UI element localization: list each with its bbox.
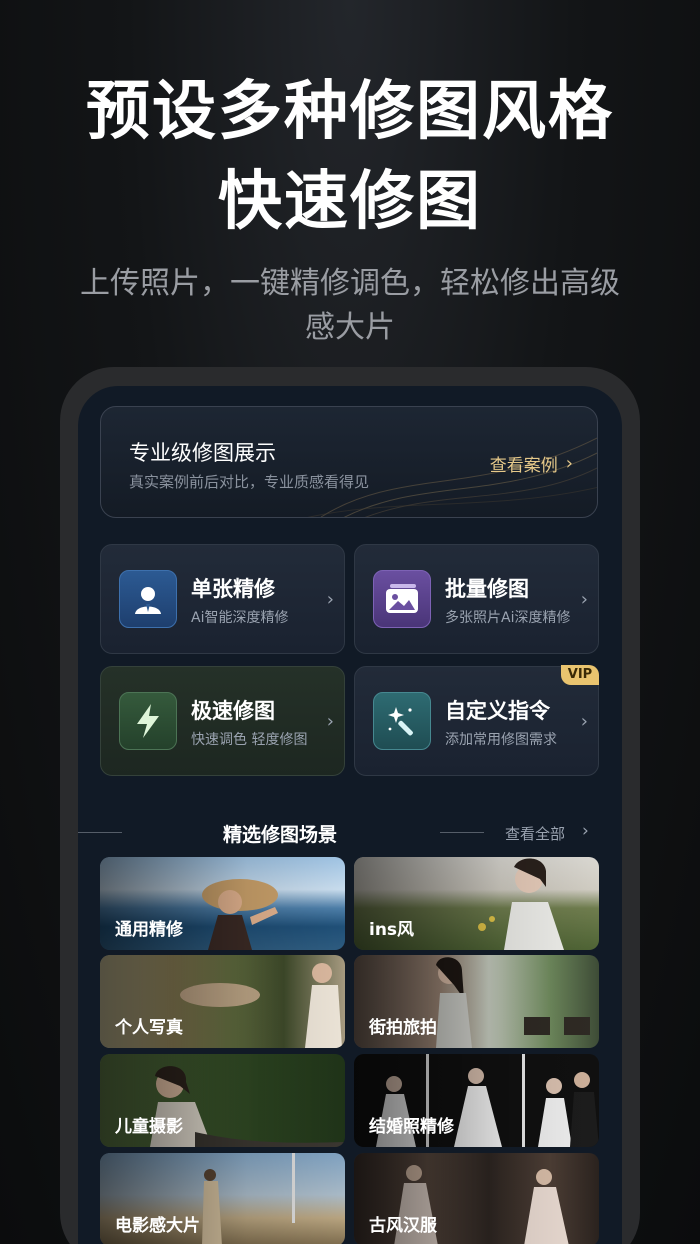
hero-subtitle: 上传照片，一键精修调色，轻松修出高级感大片 xyxy=(80,266,620,345)
phone-screen: 专业级修图展示 真实案例前后对比，专业质感看得见 查看案例 › 单张精修 Ai智… xyxy=(78,386,622,1244)
card-batch-retouch[interactable]: 批量修图 多张照片Ai深度精修 › xyxy=(354,544,599,654)
hero-title-line2: 快速修图 xyxy=(218,165,482,239)
view-cases-link[interactable]: 查看案例 › xyxy=(490,451,573,476)
card-fast-retouch[interactable]: 极速修图 快速调色 轻度修图 › xyxy=(100,666,345,776)
hero-title-line1: 预设多种修图风格 xyxy=(86,75,614,149)
card-custom-command[interactable]: 自定义指令 添加常用修图需求 › VIP xyxy=(354,665,599,776)
scene-label: 电影感大片 xyxy=(115,1216,200,1236)
view-cases-label: 查看案例 xyxy=(489,456,558,476)
chevron-right-icon: › xyxy=(565,453,573,474)
scene-tile-cinematic[interactable]: 电影感大片 xyxy=(100,1153,345,1244)
card-desc: 添加常用修图需求 xyxy=(445,732,557,748)
section-title: 精选修图场景 xyxy=(222,824,337,846)
chevron-right-icon: › xyxy=(326,711,334,732)
card-title: 批量修图 xyxy=(445,577,529,601)
scene-tile-general[interactable]: 通用精修 xyxy=(100,857,345,950)
card-desc: Ai智能深度精修 xyxy=(191,610,289,626)
card-desc: 多张照片Ai深度精修 xyxy=(445,610,571,626)
scene-tile-street[interactable]: 街拍旅拍 xyxy=(354,955,599,1048)
chevron-right-icon: › xyxy=(580,589,588,610)
scene-tile-kids[interactable]: 儿童摄影 xyxy=(100,1054,345,1147)
scene-label: ins风 xyxy=(369,920,415,940)
scene-tile-wedding[interactable]: 结婚照精修 xyxy=(354,1054,599,1147)
scene-tile-ins[interactable]: ins风 xyxy=(354,857,599,950)
scene-label: 古风汉服 xyxy=(369,1216,437,1236)
scene-label: 街拍旅拍 xyxy=(369,1018,437,1038)
card-single-retouch[interactable]: 单张精修 Ai智能深度精修 › xyxy=(100,544,345,654)
magic-wand-icon xyxy=(373,692,431,750)
chevron-right-icon[interactable]: › xyxy=(582,821,589,841)
card-title: 极速修图 xyxy=(191,699,275,723)
scene-label: 儿童摄影 xyxy=(115,1117,183,1137)
card-title: 自定义指令 xyxy=(445,699,550,723)
featured-scenes-header: 精选修图场景 查看全部 › xyxy=(78,816,622,852)
showcase-banner[interactable]: 专业级修图展示 真实案例前后对比，专业质感看得见 查看案例 › xyxy=(100,406,598,518)
banner-title: 专业级修图展示 xyxy=(129,441,276,465)
divider xyxy=(440,832,484,833)
gallery-icon xyxy=(373,570,431,628)
chevron-right-icon: › xyxy=(580,711,588,732)
card-desc: 快速调色 轻度修图 xyxy=(191,732,308,748)
card-title: 单张精修 xyxy=(191,577,275,601)
scene-tile-portrait[interactable]: 个人写真 xyxy=(100,955,345,1048)
scene-label: 通用精修 xyxy=(115,920,183,940)
vip-badge: VIP xyxy=(561,665,599,685)
scene-label: 个人写真 xyxy=(115,1018,183,1038)
portrait-icon xyxy=(119,570,177,628)
scene-label: 结婚照精修 xyxy=(369,1117,454,1137)
lightning-icon xyxy=(119,692,177,750)
banner-desc: 真实案例前后对比，专业质感看得见 xyxy=(129,473,370,491)
scene-tile-hanfu[interactable]: 古风汉服 xyxy=(354,1153,599,1244)
chevron-right-icon: › xyxy=(326,589,334,610)
view-all-link[interactable]: 查看全部 xyxy=(505,823,565,844)
